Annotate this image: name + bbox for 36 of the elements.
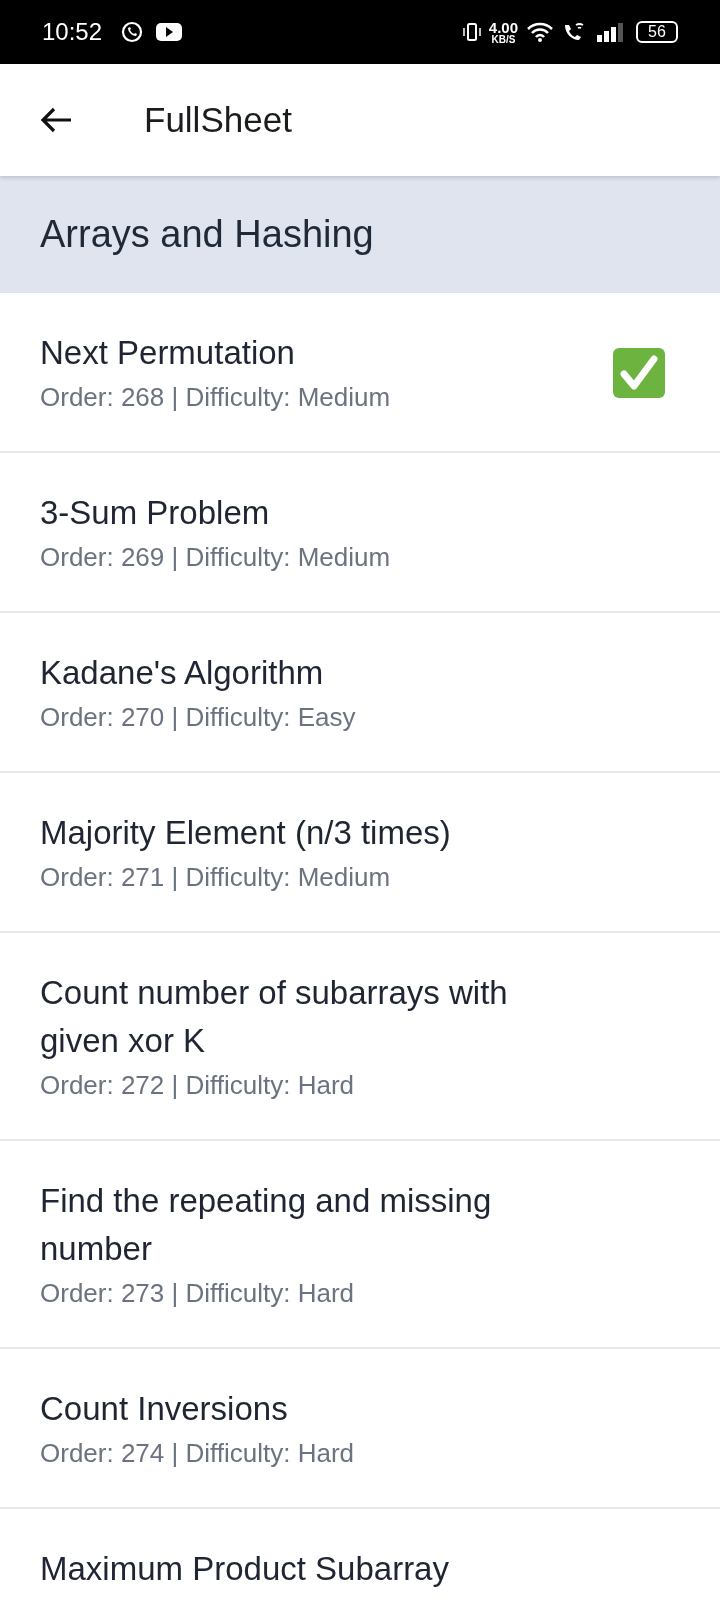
chat-icon — [120, 20, 145, 44]
signal-icon — [596, 22, 624, 42]
back-arrow-icon — [39, 106, 73, 134]
problem-title: Maximum Product Subarray — [40, 1549, 450, 1589]
wifi-icon — [526, 21, 554, 43]
problem-meta: Order: 269 | Difficulty: Medium — [40, 541, 392, 574]
vibrate-icon — [460, 21, 483, 43]
clock: 10:52 — [42, 17, 103, 47]
problem-meta: Order: 273 | Difficulty: Hard — [40, 1277, 356, 1310]
problem-row[interactable]: Find the repeating and missing number Order: 273 | Difficulty: Hard — [0, 1141, 720, 1349]
problem-meta: Order: 271 | Difficulty: Medium — [40, 861, 392, 894]
problem-title: 3-Sum Problem — [40, 493, 271, 533]
problem-meta: Order: 268 | Difficulty: Medium — [40, 381, 392, 414]
problem-row[interactable]: Maximum Product Subarray — [0, 1509, 720, 1600]
problem-title: Count Inversions — [40, 1389, 289, 1429]
problem-title: Next Permutation — [40, 333, 296, 373]
problem-meta: Order: 270 | Difficulty: Easy — [40, 701, 357, 734]
speed-unit: KB/S — [491, 34, 516, 45]
network-speed: 4.00 — [488, 19, 518, 35]
problem-title: Kadane's Algorithm — [40, 653, 325, 693]
problem-title: Count number of subarrays with given xor K — [40, 973, 509, 1061]
problem-row[interactable]: Next Permutation Order: 268 | Difficulty: Medium — [0, 293, 720, 453]
battery-indicator: 56 — [636, 21, 678, 43]
problem-row[interactable]: Count number of subarrays with given xor K Order: 272 | Difficulty: Hard — [0, 933, 720, 1141]
problem-title: Find the repeating and missing number — [40, 1181, 493, 1269]
problem-row[interactable]: Count Inversions Order: 274 | Difficulty: Hard — [0, 1349, 720, 1509]
problem-row[interactable]: Majority Element (n/3 times) Order: 271 | Difficulty: Medium — [0, 773, 720, 933]
play-icon — [156, 22, 183, 42]
problem-row[interactable]: Kadane's Algorithm Order: 270 | Difficulty: Easy — [0, 613, 720, 773]
screen-title: FullSheet — [144, 98, 292, 141]
call-icon — [562, 21, 586, 43]
problem-meta: Order: 274 | Difficulty: Hard — [40, 1437, 356, 1470]
problem-title: Majority Element (n/3 times) — [40, 813, 452, 853]
section-header: Arrays and Hashing — [0, 176, 720, 293]
problem-meta: Order: 272 | Difficulty: Hard — [40, 1069, 356, 1102]
problem-row[interactable]: 3-Sum Problem Order: 269 | Difficulty: Medium — [0, 453, 720, 613]
